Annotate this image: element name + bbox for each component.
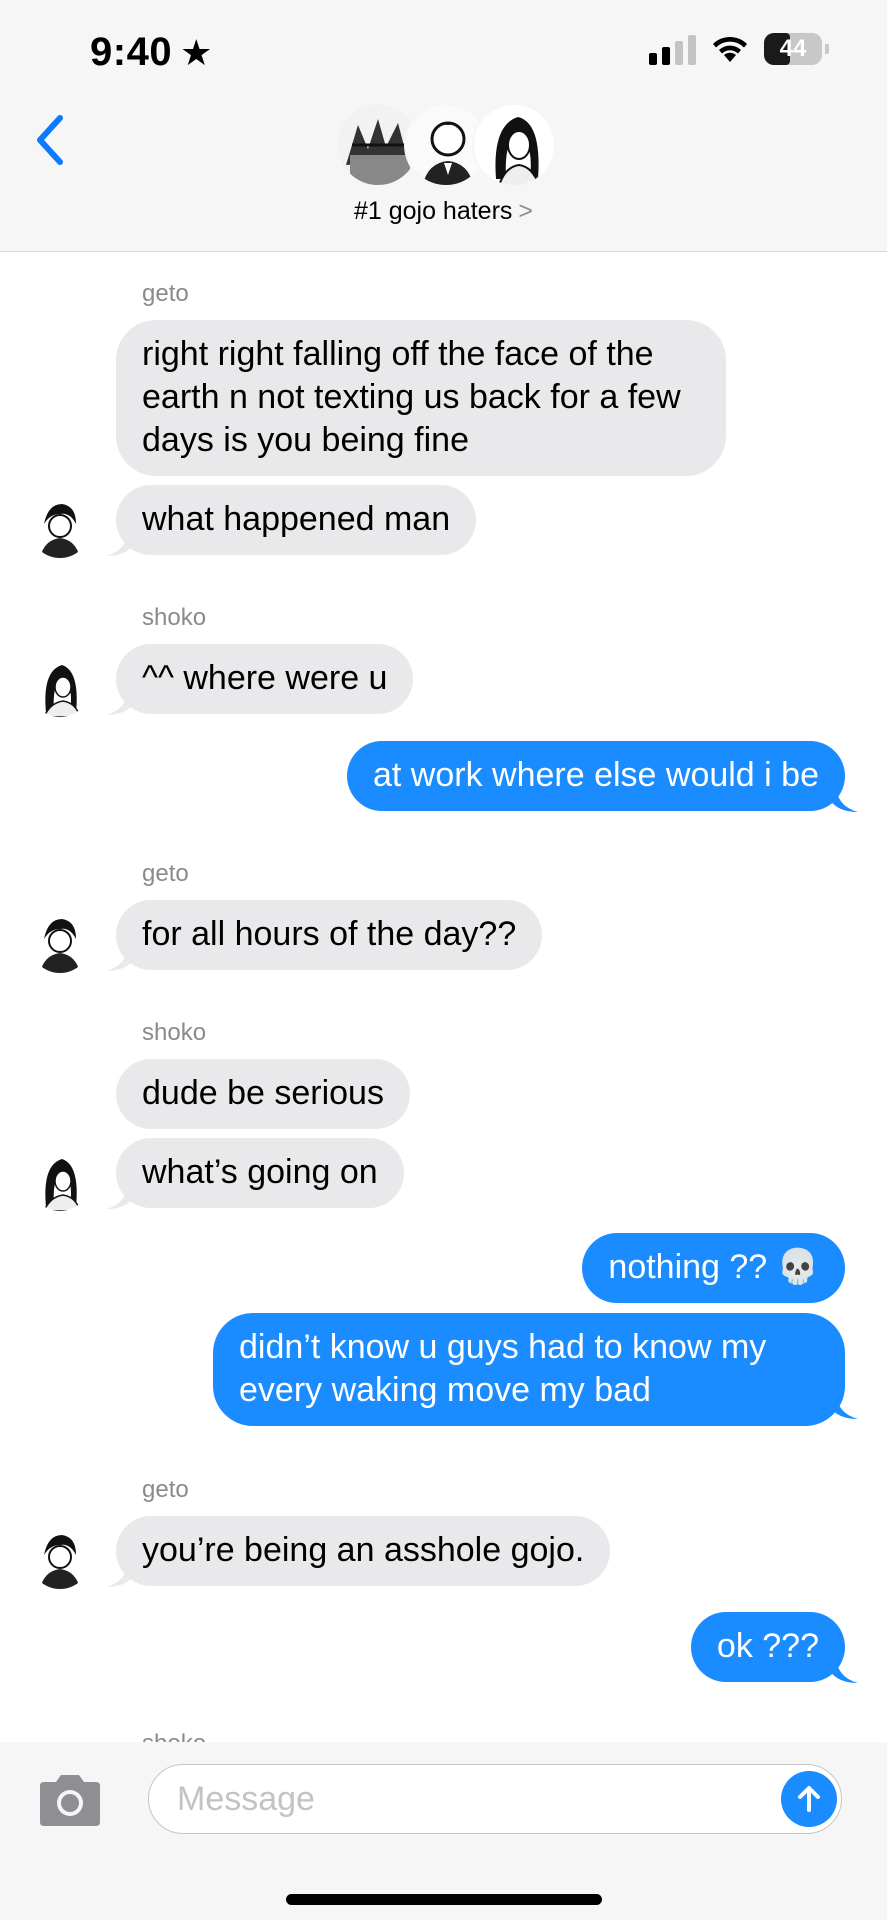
message-bubble-outgoing[interactable]: nothing ?? 💀 [582,1233,845,1303]
conversation-header: 9:40 ★ 44 #1 gojo haters > [0,0,887,252]
message-bubble-incoming[interactable]: for all hours of the day?? [116,900,543,970]
send-button[interactable] [781,1771,837,1827]
avatar-geto[interactable] [30,913,90,973]
status-time: 9:40 ★ [90,30,213,75]
message-bubble-outgoing[interactable]: didn’t know u guys had to know my every … [213,1313,845,1426]
message-bubble-outgoing[interactable]: at work where else would i be [346,741,845,811]
message-bubble-incoming[interactable]: you’re being an asshole gojo. [116,1516,611,1586]
signal-icon [649,33,696,65]
bubble-tail [106,1559,134,1587]
message-bubble-outgoing[interactable]: ok ??? [690,1612,845,1682]
bubble-tail [106,528,134,556]
message-bubble-incoming[interactable]: ^^ where were u [116,644,414,714]
bubble-tail [830,1391,858,1419]
message-input[interactable] [148,1764,842,1834]
bubble-tail [106,687,134,715]
bubble-tail [830,784,858,812]
message-bubble-incoming[interactable]: what happened man [116,485,477,555]
chevron-right-icon: > [518,197,534,225]
group-name-button[interactable]: #1 gojo haters > [0,197,887,226]
battery-icon: 44 [764,33,829,65]
message-bubble-incoming[interactable]: what’s going on [116,1138,404,1208]
bubble-tail [106,943,134,971]
message-bubble-incoming[interactable]: dude be serious [116,1059,410,1129]
home-indicator [286,1894,602,1905]
chevron-left-icon[interactable] [30,110,70,170]
avatar-geto[interactable] [30,498,90,558]
sender-label: shoko [142,604,207,631]
message-thread[interactable]: geto right right falling off the face of… [0,252,887,1742]
composer-bar [0,1742,887,1920]
clock-label: 9:40 [90,30,173,74]
sender-label: shoko [142,1019,207,1046]
star-icon: ★ [180,31,213,73]
sender-label: shoko [142,1730,206,1742]
camera-icon[interactable] [36,1772,104,1828]
group-avatars[interactable] [336,103,556,187]
avatar-geto[interactable] [30,1529,90,1589]
status-indicators: 44 [649,33,829,65]
sender-label: geto [142,1476,189,1503]
avatar-shoko[interactable] [30,657,90,717]
wifi-icon [713,36,747,62]
bubble-tail [830,1655,858,1683]
member-avatar-3 [472,103,556,187]
sender-label: geto [142,860,189,887]
send-arrow-icon [798,1786,820,1812]
avatar-shoko[interactable] [30,1151,90,1211]
sender-label: geto [142,280,189,307]
message-bubble-incoming[interactable]: right right falling off the face of the … [116,320,726,476]
bubble-tail [106,1181,134,1209]
group-name: #1 gojo haters [353,197,513,225]
battery-percent: 44 [779,35,807,62]
